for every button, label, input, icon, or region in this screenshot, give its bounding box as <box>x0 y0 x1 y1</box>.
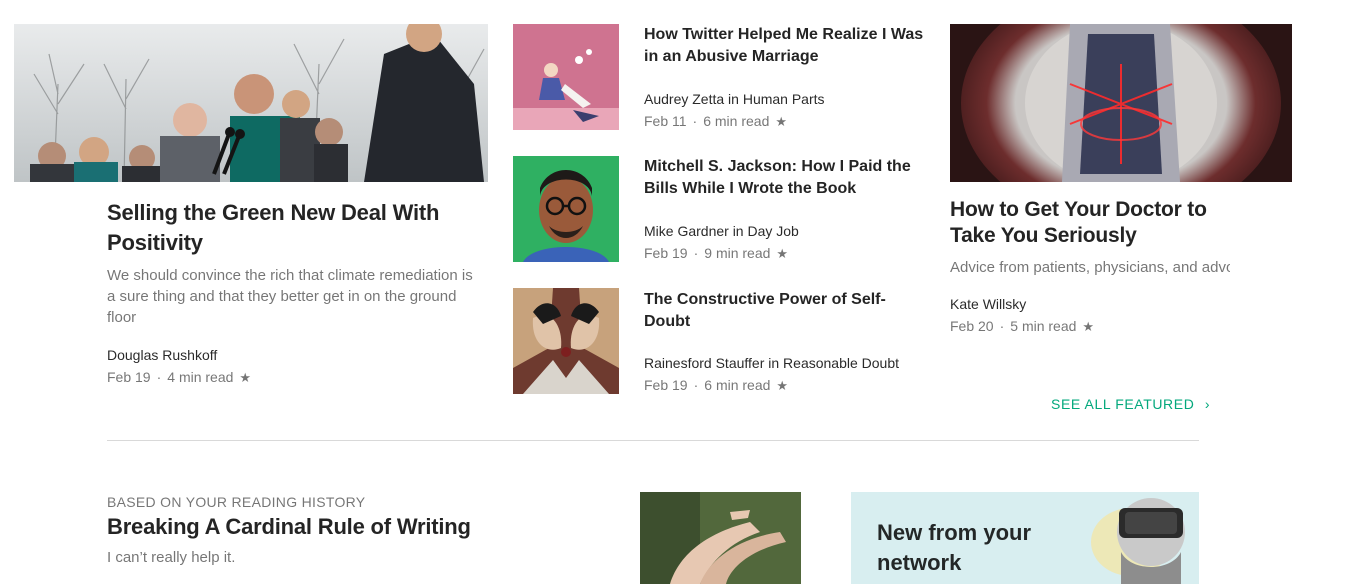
separator-dot: · <box>692 113 698 129</box>
read-time: 9 min read <box>704 245 771 261</box>
featured-list-meta-1: Feb 11 · 6 min read ★ <box>644 111 787 132</box>
star-icon: ★ <box>776 246 789 261</box>
featured-list-author-1[interactable]: Audrey Zetta in Human Parts <box>644 89 825 109</box>
featured-right-title[interactable]: How to Get Your Doctor to Take You Serio… <box>950 197 1250 249</box>
star-icon: ★ <box>239 370 252 385</box>
read-time: 6 min read <box>703 113 770 129</box>
star-icon: ★ <box>775 114 788 129</box>
post-date: Feb 19 <box>644 245 688 261</box>
featured-main-author[interactable]: Douglas Rushkoff <box>107 345 217 365</box>
star-icon: ★ <box>776 378 789 393</box>
featured-list-author-3[interactable]: Rainesford Stauffer in Reasonable Doubt <box>644 353 899 373</box>
featured-right-author[interactable]: Kate Willsky <box>950 294 1026 314</box>
featured-list-image-1[interactable] <box>513 24 619 130</box>
featured-main-title[interactable]: Selling the Green New Deal With Positivi… <box>107 198 467 258</box>
featured-right-image[interactable] <box>950 24 1292 182</box>
featured-list-meta-2: Feb 19 · 9 min read ★ <box>644 243 788 264</box>
featured-list-image-2[interactable] <box>513 156 619 262</box>
featured-main-image[interactable] <box>14 24 488 182</box>
reading-history-image[interactable] <box>640 492 801 584</box>
reading-history-title[interactable]: Breaking A Cardinal Rule of Writing <box>107 512 471 542</box>
vr-headset-illustration <box>1091 498 1185 584</box>
featured-right-meta: Feb 20 · 5 min read ★ <box>950 316 1094 337</box>
featured-main-subtitle: We should convince the rich that climate… <box>107 267 473 326</box>
separator-dot: · <box>156 369 162 385</box>
featured-main-meta: Feb 19 · 4 min read ★ <box>107 367 251 388</box>
network-card-title: New from your network <box>877 518 1031 578</box>
post-date: Feb 19 <box>107 369 151 385</box>
post-date: Feb 20 <box>950 318 994 334</box>
featured-right-subtitle: Advice from patients, physicians, and ad… <box>950 259 1230 276</box>
featured-list-title-2[interactable]: Mitchell S. Jackson: How I Paid the Bill… <box>644 156 934 200</box>
featured-list-image-3[interactable] <box>513 288 619 394</box>
see-all-featured-link[interactable]: SEE ALL FEATURED › <box>1051 396 1210 412</box>
featured-list-author-2[interactable]: Mike Gardner in Day Job <box>644 221 799 241</box>
read-time: 5 min read <box>1010 318 1077 334</box>
reading-history-kicker: BASED ON YOUR READING HISTORY <box>107 494 366 510</box>
network-card[interactable]: New from your network <box>851 492 1199 584</box>
featured-list-title-1[interactable]: How Twitter Helped Me Realize I Was in a… <box>644 24 934 68</box>
post-date: Feb 19 <box>644 377 688 393</box>
separator-dot: · <box>999 318 1005 334</box>
network-card-title-line1: New from your <box>877 520 1032 545</box>
star-icon: ★ <box>1082 319 1095 334</box>
featured-list-meta-3: Feb 19 · 6 min read ★ <box>644 375 788 396</box>
section-divider <box>107 440 1199 441</box>
read-time: 6 min read <box>704 377 771 393</box>
post-date: Feb 11 <box>644 113 687 129</box>
separator-dot: · <box>693 245 699 261</box>
chevron-right-icon: › <box>1204 396 1211 412</box>
see-all-featured-label: SEE ALL FEATURED <box>1051 396 1195 412</box>
network-card-title-line2: network <box>877 550 962 575</box>
reading-history-subtitle: I can’t really help it. <box>107 549 236 566</box>
read-time: 4 min read <box>167 369 234 385</box>
separator-dot: · <box>693 377 699 393</box>
featured-list-title-3[interactable]: The Constructive Power of Self-Doubt <box>644 289 904 333</box>
